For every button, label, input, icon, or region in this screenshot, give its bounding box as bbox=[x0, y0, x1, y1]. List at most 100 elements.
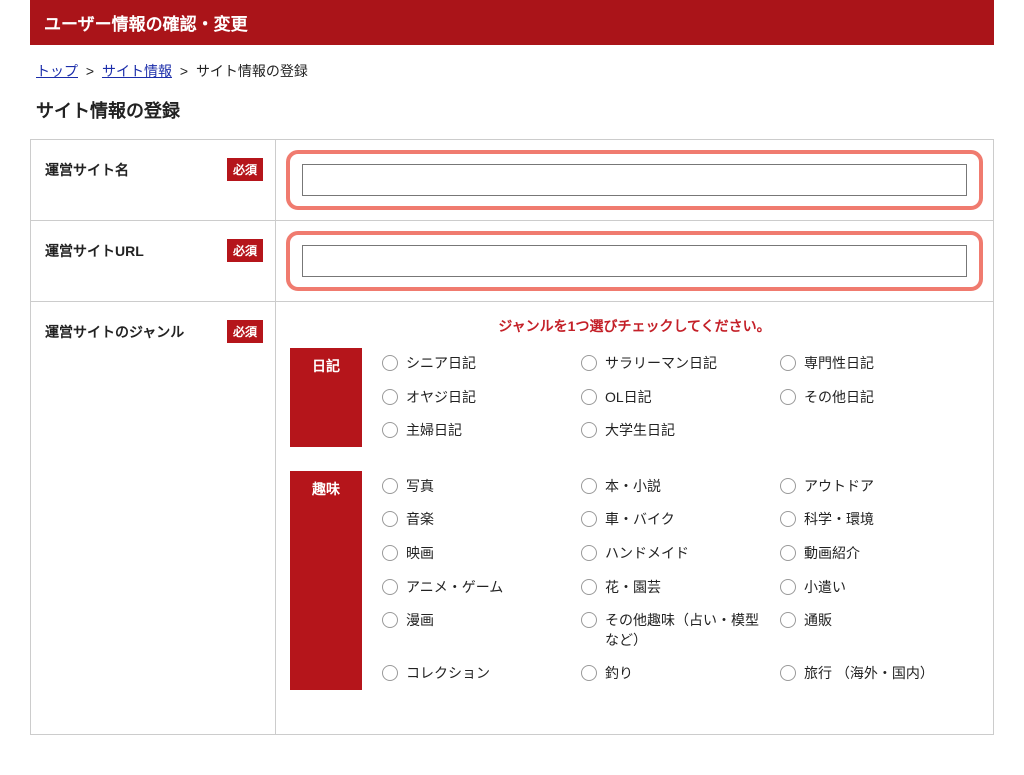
genre-options: 写真 本・小説 アウトドア音楽 車・バイク 科学・環境映画 ハンドメイド 動画紹介アニメ・ゲ… bbox=[362, 471, 979, 690]
radio-icon bbox=[382, 612, 398, 628]
genre-option[interactable]: 映画 bbox=[382, 544, 573, 564]
required-badge: 必須 bbox=[227, 158, 263, 181]
genre-option[interactable]: 本・小説 bbox=[581, 477, 772, 497]
row-sitename: 運営サイト名 必須 bbox=[31, 140, 994, 221]
genre-option-label: コレクション bbox=[406, 664, 490, 684]
radio-icon bbox=[382, 511, 398, 527]
genre-option-label: 科学・環境 bbox=[804, 510, 874, 530]
genre-option-label: 専門性日記 bbox=[804, 354, 874, 374]
genre-option-label: シニア日記 bbox=[406, 354, 476, 374]
genre-option-label: アウトドア bbox=[804, 477, 874, 497]
genre-option-label: 車・バイク bbox=[605, 510, 675, 530]
siteurl-input[interactable] bbox=[302, 245, 967, 277]
radio-icon bbox=[382, 389, 398, 405]
genre-option[interactable]: コレクション bbox=[382, 664, 573, 684]
radio-icon bbox=[780, 478, 796, 494]
genre-option-label: ハンドメイド bbox=[605, 544, 689, 564]
genre-option[interactable]: シニア日記 bbox=[382, 354, 573, 374]
genre-option[interactable]: 花・園芸 bbox=[581, 578, 772, 598]
genre-option[interactable]: 釣り bbox=[581, 664, 772, 684]
genre-option-label: サラリーマン日記 bbox=[605, 354, 717, 374]
radio-icon bbox=[581, 389, 597, 405]
highlight-sitename bbox=[286, 150, 983, 210]
genre-option-label: 小遣い bbox=[804, 578, 846, 598]
genre-group: 趣味写真本・小説アウトドア音楽車・バイク科学・環境映画ハンドメイド動画紹介アニメ… bbox=[290, 471, 979, 690]
required-badge: 必須 bbox=[227, 239, 263, 262]
genre-option-label: 音楽 bbox=[406, 510, 434, 530]
label-genre: 運営サイトのジャンル 必須 bbox=[31, 302, 276, 735]
radio-icon bbox=[382, 355, 398, 371]
label-genre-text: 運営サイトのジャンル bbox=[45, 324, 184, 340]
breadcrumb-link-top[interactable]: トップ bbox=[36, 63, 78, 79]
genre-option-label: 動画紹介 bbox=[804, 544, 860, 564]
genre-option[interactable]: 漫画 bbox=[382, 611, 573, 650]
radio-icon bbox=[780, 355, 796, 371]
genre-option[interactable]: 専門性日記 bbox=[780, 354, 971, 374]
radio-icon bbox=[581, 665, 597, 681]
genre-option[interactable]: ハンドメイド bbox=[581, 544, 772, 564]
genre-option-label: 旅行 （海外・国内） bbox=[804, 664, 934, 684]
genre-option[interactable]: 通販 bbox=[780, 611, 971, 650]
row-siteurl: 運営サイトURL 必須 bbox=[31, 221, 994, 302]
genre-option[interactable]: その他趣味（占い・模型など） bbox=[581, 611, 772, 650]
genre-options: シニア日記 サラリーマン日記 専門性日記オヤジ日記 OL日記 その他日記主婦日記 大学生日… bbox=[362, 348, 979, 447]
genre-option-label: 花・園芸 bbox=[605, 578, 661, 598]
genre-option-spacer bbox=[780, 421, 971, 441]
radio-icon bbox=[581, 355, 597, 371]
genre-group: 日記 シニア日記 サラリーマン日記 専門性日記オヤジ日記 OL日記 その他日記主婦日記 大学… bbox=[290, 348, 979, 447]
page-header-title: ユーザー情報の確認・変更 bbox=[44, 15, 248, 34]
genre-option-label: 主婦日記 bbox=[406, 421, 462, 441]
radio-icon bbox=[780, 665, 796, 681]
radio-icon bbox=[581, 545, 597, 561]
breadcrumb-sep: > bbox=[86, 63, 94, 79]
radio-icon bbox=[382, 422, 398, 438]
radio-icon bbox=[581, 422, 597, 438]
row-genre: 運営サイトのジャンル 必須 ジャンルを1つ選びチェックしてください。 日記シニア… bbox=[31, 302, 994, 735]
required-badge: 必須 bbox=[227, 320, 263, 343]
breadcrumb-sep: > bbox=[180, 63, 188, 79]
genre-option[interactable]: その他日記 bbox=[780, 388, 971, 408]
page-title: サイト情報の登録 bbox=[30, 91, 994, 139]
radio-icon bbox=[581, 511, 597, 527]
genre-option[interactable]: 小遣い bbox=[780, 578, 971, 598]
breadcrumb-link-siteinfo[interactable]: サイト情報 bbox=[102, 63, 172, 79]
label-siteurl: 運営サイトURL 必須 bbox=[31, 221, 276, 302]
cell-sitename bbox=[276, 140, 994, 221]
genre-option-label: OL日記 bbox=[605, 388, 652, 408]
radio-icon bbox=[581, 478, 597, 494]
genre-option[interactable]: 動画紹介 bbox=[780, 544, 971, 564]
genre-option[interactable]: サラリーマン日記 bbox=[581, 354, 772, 374]
genre-option[interactable]: オヤジ日記 bbox=[382, 388, 573, 408]
radio-icon bbox=[780, 579, 796, 595]
genre-option-label: 漫画 bbox=[406, 611, 434, 631]
genre-option-label: 大学生日記 bbox=[605, 421, 675, 441]
genre-option-label: 映画 bbox=[406, 544, 434, 564]
genre-option[interactable]: アウトドア bbox=[780, 477, 971, 497]
genre-option-label: その他日記 bbox=[804, 388, 874, 408]
genre-option[interactable]: 科学・環境 bbox=[780, 510, 971, 530]
genre-option[interactable]: 車・バイク bbox=[581, 510, 772, 530]
genre-instruction: ジャンルを1つ選びチェックしてください。 bbox=[290, 316, 979, 336]
label-siteurl-text: 運営サイトURL bbox=[45, 243, 144, 259]
genre-option-label: オヤジ日記 bbox=[406, 388, 476, 408]
genre-option-label: 写真 bbox=[406, 477, 434, 497]
genre-option[interactable]: 主婦日記 bbox=[382, 421, 573, 441]
label-sitename-text: 運営サイト名 bbox=[45, 162, 129, 178]
radio-icon bbox=[382, 579, 398, 595]
genre-option[interactable]: 旅行 （海外・国内） bbox=[780, 664, 971, 684]
radio-icon bbox=[382, 545, 398, 561]
radio-icon bbox=[780, 389, 796, 405]
radio-icon bbox=[581, 579, 597, 595]
genre-option[interactable]: 音楽 bbox=[382, 510, 573, 530]
breadcrumb: トップ > サイト情報 > サイト情報の登録 bbox=[30, 57, 994, 91]
genre-option[interactable]: OL日記 bbox=[581, 388, 772, 408]
genre-option[interactable]: 写真 bbox=[382, 477, 573, 497]
genre-option[interactable]: 大学生日記 bbox=[581, 421, 772, 441]
radio-icon bbox=[780, 545, 796, 561]
genre-option[interactable]: アニメ・ゲーム bbox=[382, 578, 573, 598]
genre-option-label: アニメ・ゲーム bbox=[406, 578, 503, 598]
radio-icon bbox=[382, 478, 398, 494]
sitename-input[interactable] bbox=[302, 164, 967, 196]
genre-option-label: 釣り bbox=[605, 664, 633, 684]
genre-group-label: 日記 bbox=[290, 348, 362, 447]
